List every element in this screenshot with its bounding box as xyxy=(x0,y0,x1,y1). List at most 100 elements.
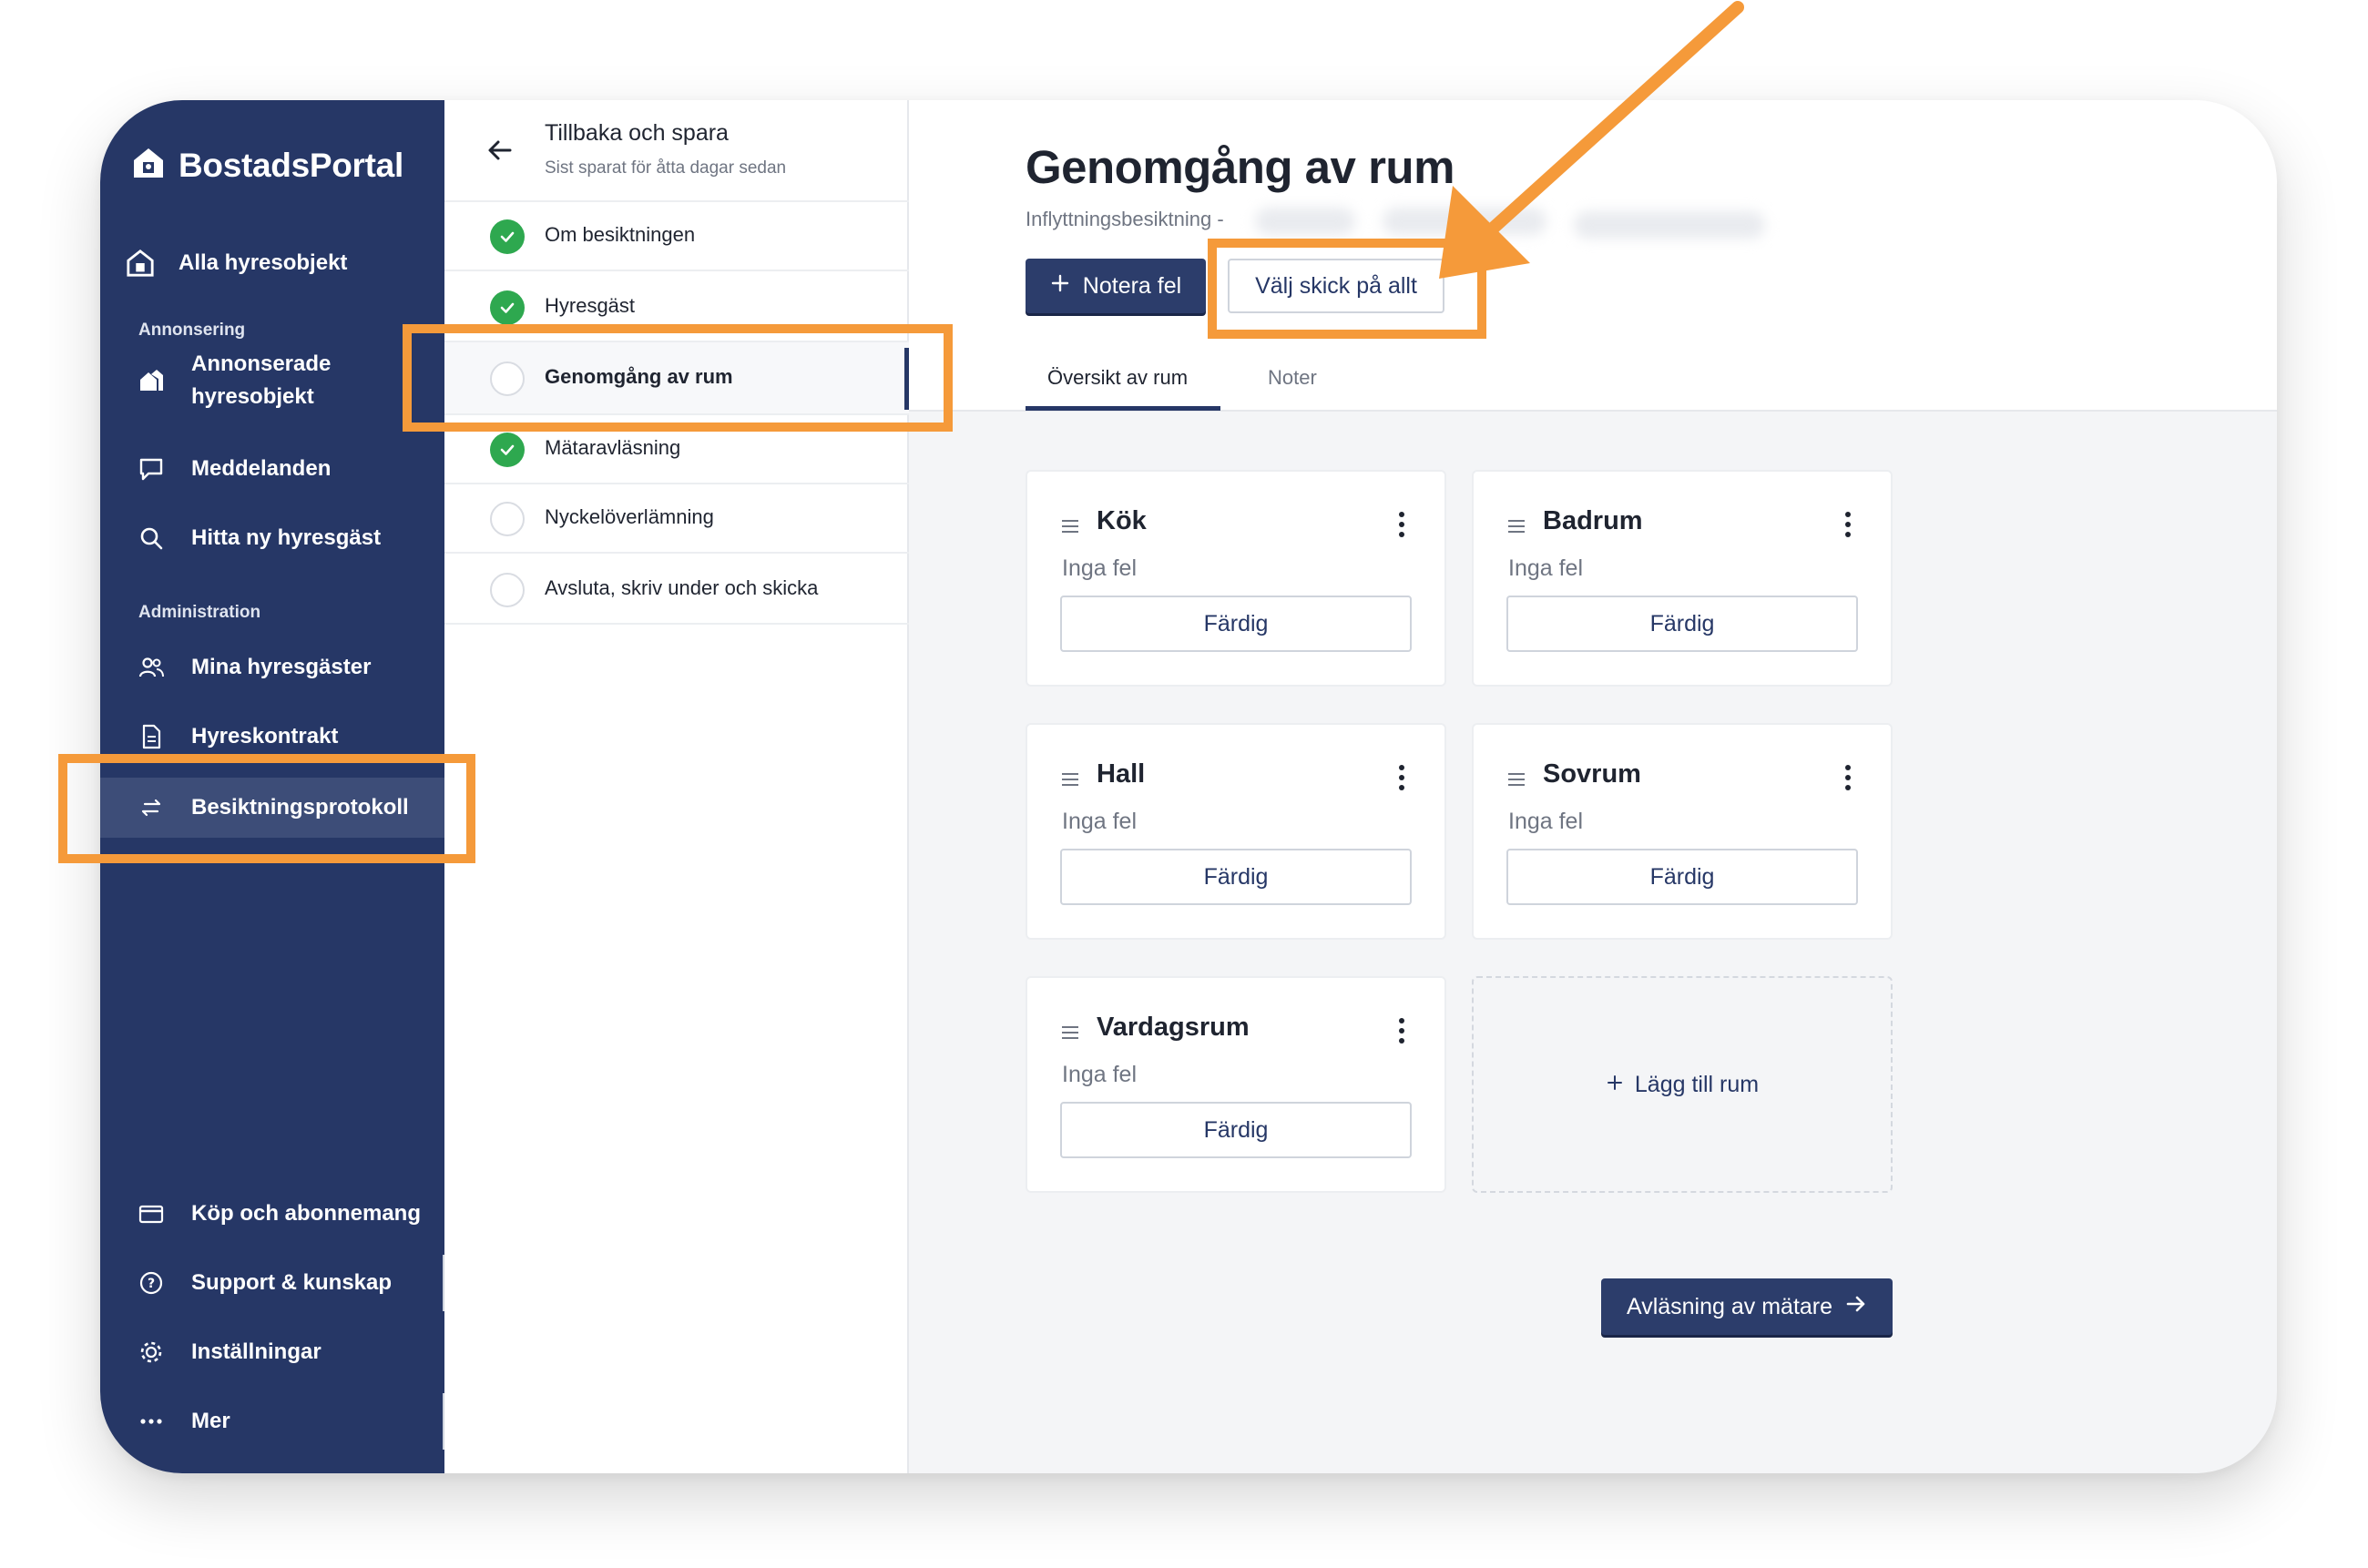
sidebar-item-advertised[interactable]: Annonserade hyresobjekt xyxy=(100,346,444,417)
add-room-button[interactable]: Lägg till rum xyxy=(1472,976,1893,1193)
room-card-bathroom[interactable]: Badrum Inga fel Färdig xyxy=(1472,470,1893,687)
sidebar-item-find-tenant[interactable]: Hitta ny hyresgäst xyxy=(100,515,444,561)
done-button[interactable]: Färdig xyxy=(1060,849,1412,905)
step-room-walkthrough[interactable]: Genomgång av rum xyxy=(444,342,909,415)
room-status: Inga fel xyxy=(1062,809,1138,834)
sidebar-item-my-tenants[interactable]: Mina hyresgäster xyxy=(100,645,444,690)
back-and-save[interactable]: Tillbaka och spara Sist sparat för åtta … xyxy=(444,100,909,202)
sidebar-item-purchases[interactable]: Köp och abonnemang xyxy=(100,1191,444,1237)
document-icon xyxy=(137,722,166,751)
tab-notes[interactable]: Noter xyxy=(1268,366,1317,390)
sidebar-item-inspection[interactable]: Besiktningsprotokoll xyxy=(100,778,444,838)
done-button[interactable]: Färdig xyxy=(1060,596,1412,652)
sidebar-item-label: hyresobjekt xyxy=(191,384,314,409)
step-about-inspection[interactable]: Om besiktningen xyxy=(444,202,909,271)
sidebar-item-settings[interactable]: Inställningar xyxy=(100,1329,444,1375)
room-name: Badrum xyxy=(1543,506,1643,535)
app-name: BostadsPortal xyxy=(179,146,403,184)
kebab-menu-icon[interactable] xyxy=(1845,512,1851,542)
note-error-button[interactable]: Notera fel xyxy=(1026,259,1206,313)
room-card-living-room[interactable]: Vardagsrum Inga fel Färdig xyxy=(1026,976,1446,1193)
users-icon xyxy=(137,653,166,682)
sidebar-item-label: Hyreskontrakt xyxy=(191,724,339,748)
sidebar-item-more[interactable]: Mer xyxy=(100,1399,444,1444)
step-label: Mätaravläsning xyxy=(545,436,681,459)
done-button[interactable]: Färdig xyxy=(1506,596,1858,652)
help-circle-icon: ? xyxy=(137,1268,166,1298)
step-meter-reading[interactable]: Mätaravläsning xyxy=(444,415,909,484)
app-window: BostadsPortal Alla hyresobjekt Annonseri… xyxy=(100,100,2277,1473)
room-status: Inga fel xyxy=(1062,1062,1138,1087)
redacted-text xyxy=(1255,208,1355,235)
kebab-menu-icon[interactable] xyxy=(1399,512,1404,542)
active-tab-indicator xyxy=(1026,406,1220,411)
drag-handle-icon[interactable] xyxy=(1506,519,1526,538)
empty-circle-icon xyxy=(490,573,525,607)
room-status: Inga fel xyxy=(1508,555,1584,581)
step-label: Om besiktningen xyxy=(545,223,696,246)
back-title: Tillbaka och spara xyxy=(545,120,729,146)
kebab-menu-icon[interactable] xyxy=(1399,1018,1404,1048)
sidebar-item-label: Köp och abonnemang xyxy=(191,1201,421,1226)
gear-icon xyxy=(137,1338,166,1367)
sidebar-item-support[interactable]: ? Support & kunskap xyxy=(100,1260,444,1306)
empty-circle-icon xyxy=(490,502,525,536)
room-card-bedroom[interactable]: Sovrum Inga fel Färdig xyxy=(1472,723,1893,940)
sidebar-item-label: Meddelanden xyxy=(191,456,332,481)
house-icon xyxy=(126,249,155,278)
step-label: Nyckelöverlämning xyxy=(545,505,714,528)
sidebar: BostadsPortal Alla hyresobjekt Annonseri… xyxy=(100,100,446,1473)
app-logo[interactable]: BostadsPortal xyxy=(131,146,403,185)
sidebar-item-label: Hitta ny hyresgäst xyxy=(191,525,382,550)
sidebar-item-messages[interactable]: Meddelanden xyxy=(100,446,444,492)
drag-handle-icon[interactable] xyxy=(1060,1025,1080,1044)
step-finish-sign-send[interactable]: Avsluta, skriv under och skicka xyxy=(444,555,909,625)
step-label: Avsluta, skriv under och skicka xyxy=(545,576,819,599)
drag-handle-icon[interactable] xyxy=(1506,772,1526,791)
room-name: Kök xyxy=(1097,506,1147,535)
step-label: Genomgång av rum xyxy=(545,365,733,388)
sidebar-item-label: Mer xyxy=(191,1409,230,1433)
room-name: Sovrum xyxy=(1543,759,1641,789)
kebab-menu-icon[interactable] xyxy=(1845,765,1851,795)
sidebar-item-all-objects[interactable]: Alla hyresobjekt xyxy=(100,240,444,286)
room-card-hall[interactable]: Hall Inga fel Färdig xyxy=(1026,723,1446,940)
house-logo-icon xyxy=(131,146,166,185)
select-condition-all-button[interactable]: Välj skick på allt xyxy=(1228,259,1444,313)
drag-handle-icon[interactable] xyxy=(1060,772,1080,791)
kebab-menu-icon[interactable] xyxy=(1399,765,1404,795)
main-header: Genomgång av rum Inflyttningsbesiktning … xyxy=(909,100,2277,412)
next-button-label: Avläsning av mätare xyxy=(1626,1293,1833,1319)
check-circle-icon xyxy=(490,219,525,254)
chat-bubble-icon xyxy=(137,454,166,484)
more-dots-icon xyxy=(137,1407,166,1436)
room-status: Inga fel xyxy=(1508,809,1584,834)
room-status: Inga fel xyxy=(1062,555,1138,581)
next-meter-reading-button[interactable]: Avläsning av mätare xyxy=(1601,1278,1893,1335)
note-error-label: Notera fel xyxy=(1082,272,1182,299)
step-tenant[interactable]: Hyresgäst xyxy=(444,273,909,342)
done-button[interactable]: Färdig xyxy=(1506,849,1858,905)
sidebar-item-label: Support & kunskap xyxy=(191,1270,393,1295)
sidebar-item-label: Inställningar xyxy=(191,1339,322,1364)
svg-text:?: ? xyxy=(148,1277,155,1291)
arrow-left-icon xyxy=(485,135,515,170)
plus-icon xyxy=(1050,273,1070,300)
tab-room-overview[interactable]: Översikt av rum xyxy=(1047,366,1188,390)
room-card-kitchen[interactable]: Kök Inga fel Färdig xyxy=(1026,470,1446,687)
steps-panel: Tillbaka och spara Sist sparat för åtta … xyxy=(444,100,909,1473)
step-label: Hyresgäst xyxy=(545,294,636,317)
search-icon xyxy=(137,524,166,553)
drag-handle-icon[interactable] xyxy=(1060,519,1080,538)
room-name: Hall xyxy=(1097,759,1146,789)
last-saved-text: Sist sparat för åtta dagar sedan xyxy=(545,158,787,178)
section-label-ads: Annonsering xyxy=(138,321,246,340)
check-circle-icon xyxy=(490,433,525,467)
done-button[interactable]: Färdig xyxy=(1060,1102,1412,1158)
check-circle-icon xyxy=(490,290,525,325)
step-key-handover[interactable]: Nyckelöverlämning xyxy=(444,484,909,554)
sidebar-item-leases[interactable]: Hyreskontrakt xyxy=(100,714,444,759)
inspection-type: Inflyttningsbesiktning - xyxy=(1026,208,1224,230)
sidebar-item-label: Besiktningsprotokoll xyxy=(191,795,409,820)
swap-arrows-icon xyxy=(137,793,166,822)
